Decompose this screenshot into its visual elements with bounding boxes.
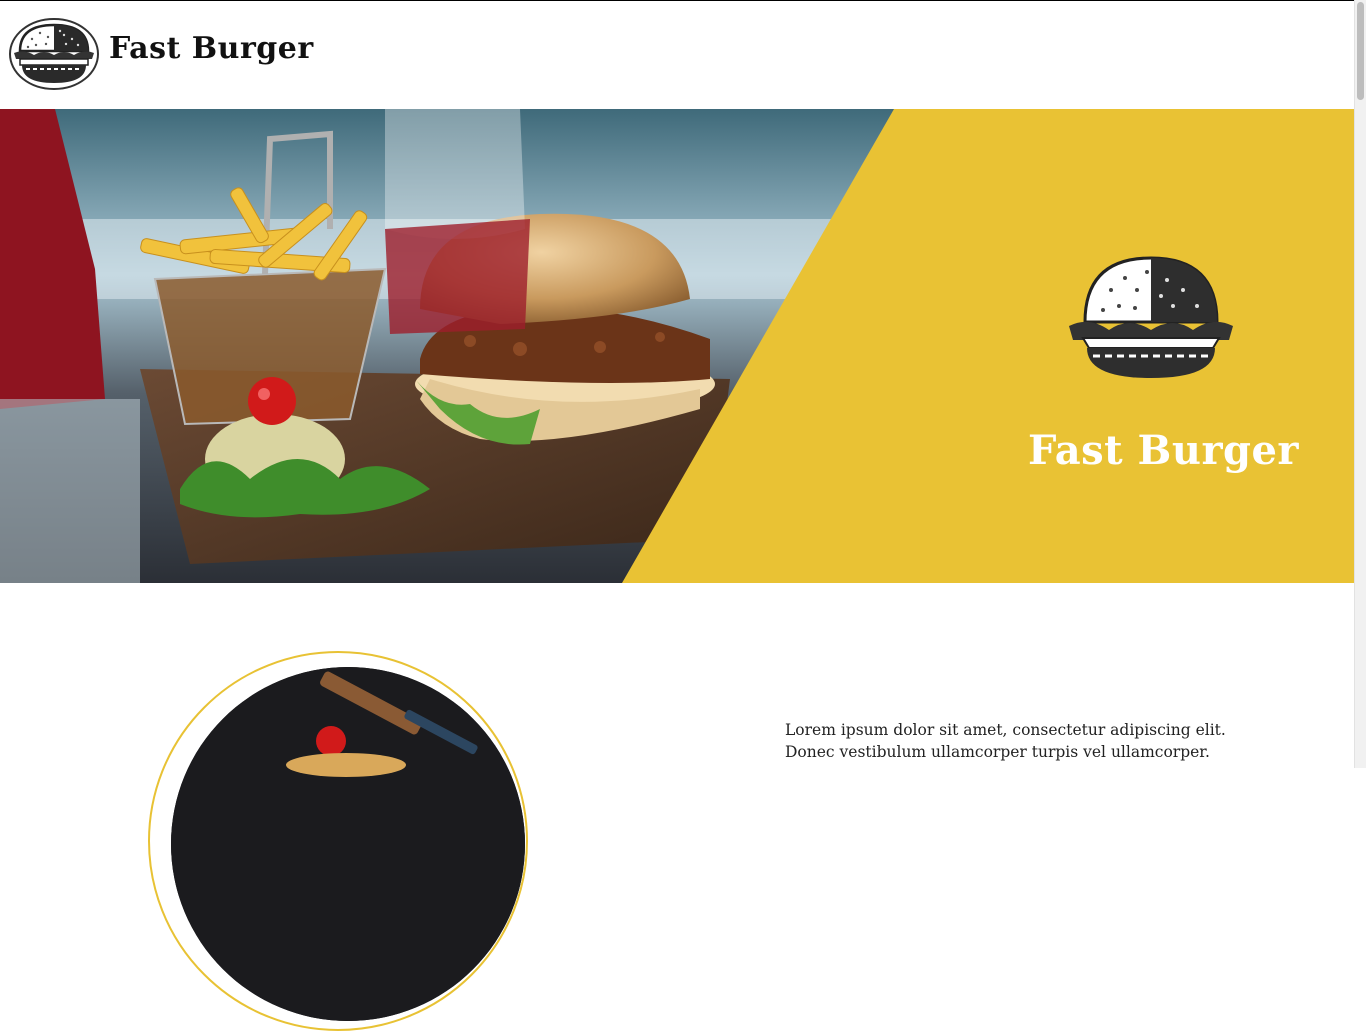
brand-name[interactable]: Fast Burger [109,31,314,66]
food-photo-circle [171,667,525,1021]
about-paragraph: Lorem ipsum dolor sit amet, consectetur … [785,719,1255,763]
hero-banner: Fast Burger [0,109,1354,583]
burger-logo-icon [1069,256,1233,378]
page-scrollbar[interactable] [1354,0,1366,768]
hero-title: Fast Burger [1028,427,1300,474]
fries-and-knife-photo [171,667,525,1021]
scrollbar-thumb[interactable] [1357,2,1364,100]
about-text-line: Lorem ipsum dolor sit amet, consectetur … [785,721,1226,739]
burger-logo-icon[interactable] [8,17,100,91]
about-text-line: Donec vestibulum ullamcorper turpis vel … [785,743,1210,761]
site-header: Fast Burger [0,1,1354,109]
